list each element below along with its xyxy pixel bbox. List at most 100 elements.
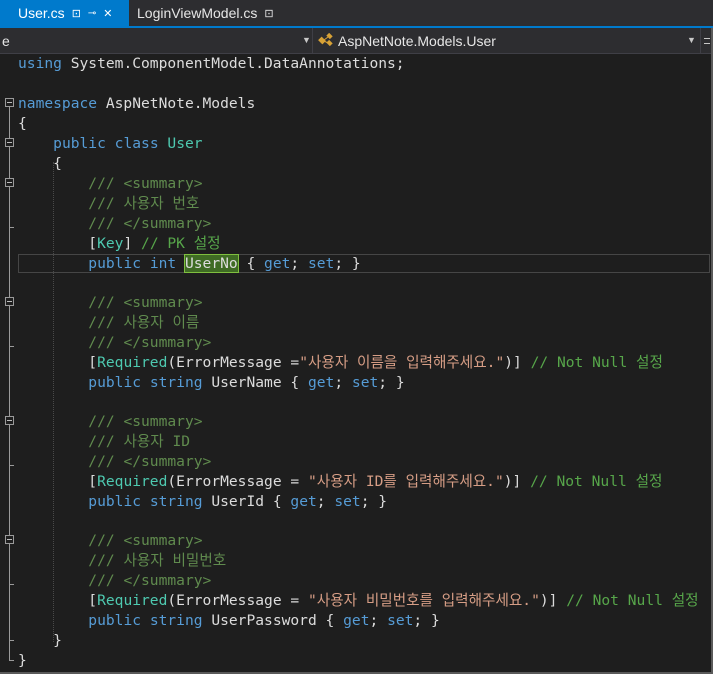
- line-comment: // Not Null 설정: [521, 473, 663, 490]
- line-comment: // PK 설정: [132, 235, 221, 252]
- get-keyword: get: [343, 612, 370, 629]
- set-keyword: set: [307, 255, 335, 272]
- attribute-bracket: ]: [123, 235, 133, 252]
- class-keyword: class: [114, 135, 159, 152]
- tab-label: LoginViewModel.cs: [137, 5, 258, 21]
- accessor-brace: {: [237, 255, 265, 272]
- attribute-bracket: [: [88, 592, 98, 609]
- attribute-bracket: )]: [503, 473, 522, 490]
- code-line: {: [0, 154, 713, 174]
- code-line: /// </summary>: [0, 214, 713, 234]
- navigation-bar: e ▼ AspNetNote.Models.User ▼: [0, 28, 713, 54]
- code-line: [Required(ErrorMessage = "사용자 비밀번호를 입력해주…: [0, 591, 713, 611]
- summary-close: /// </summary>: [88, 572, 212, 589]
- attribute-bracket: [: [88, 473, 98, 490]
- attribute-argument: (ErrorMessage =: [167, 354, 300, 371]
- open-brace: {: [53, 155, 62, 172]
- code-line-current: public int UserNo { get; set; }: [0, 254, 713, 274]
- code-line: /// 사용자 ID: [0, 432, 713, 452]
- summary-open: /// <summary>: [88, 294, 203, 311]
- modified-icon: ⊡: [71, 7, 81, 20]
- type-dropdown-value: AspNetNote.Models.User: [338, 32, 496, 49]
- code-line: /// </summary>: [0, 333, 713, 353]
- summary-text: /// 사용자 ID: [88, 433, 191, 450]
- code-line: /// <summary>: [0, 412, 713, 432]
- summary-text: /// 사용자 비밀번호: [88, 552, 227, 569]
- namespace-name: AspNetNote.Models: [97, 95, 256, 112]
- type-keyword: string: [149, 374, 203, 391]
- chevron-down-icon: ▼: [302, 35, 311, 45]
- code-line: /// 사용자 비밀번호: [0, 551, 713, 571]
- accessor-brace: {: [281, 374, 308, 391]
- code-line: /// 사용자 번호: [0, 194, 713, 214]
- attribute-bracket: [: [88, 235, 98, 252]
- get-keyword: get: [307, 374, 335, 391]
- summary-open: /// <summary>: [88, 413, 203, 430]
- code-line: }: [0, 651, 713, 671]
- open-brace: {: [18, 115, 27, 132]
- semicolon: ;: [369, 612, 388, 629]
- property-name[interactable]: UserNo: [183, 254, 239, 273]
- attribute-bracket: )]: [504, 354, 522, 371]
- code-line: public string UserName { get; set; }: [0, 373, 713, 393]
- attribute-bracket: [: [88, 354, 98, 371]
- type-dropdown[interactable]: AspNetNote.Models.User ▼: [314, 28, 700, 53]
- semicolon: ;: [316, 493, 335, 510]
- type-keyword: string: [149, 612, 203, 629]
- set-keyword: set: [334, 493, 361, 510]
- accessor-brace: {: [264, 493, 291, 510]
- code-line: public string UserId { get; set; }: [0, 492, 713, 512]
- attribute-name: Required: [97, 592, 168, 609]
- pin-icon[interactable]: ⊸: [88, 8, 96, 19]
- string-literal: "사용자 이름을 입력해주세요.": [299, 354, 505, 371]
- code-line: using System.ComponentModel.DataAnnotati…: [0, 54, 713, 74]
- line-comment: // Not Null 설정: [521, 354, 663, 371]
- close-icon[interactable]: ✕: [103, 7, 112, 20]
- line-comment: // Not Null 설정: [557, 592, 699, 609]
- get-keyword: get: [290, 493, 317, 510]
- attribute-name: Required: [97, 473, 168, 490]
- public-keyword: public: [88, 612, 142, 629]
- visual-studio-editor: User.cs ⊡ ⊸ ✕ LoginViewModel.cs ⊡ e ▼ As…: [0, 0, 713, 674]
- code-line: /// <summary>: [0, 174, 713, 194]
- accessor-brace: ; }: [413, 612, 440, 629]
- set-keyword: set: [387, 612, 414, 629]
- code-line: [Key] // PK 설정: [0, 234, 713, 254]
- tab-loginviewmodel-cs[interactable]: LoginViewModel.cs ⊡: [129, 0, 279, 26]
- accessor-brace: ; }: [378, 374, 405, 391]
- set-keyword: set: [351, 374, 379, 391]
- code-editor[interactable]: using System.ComponentModel.DataAnnotati…: [0, 54, 713, 674]
- modified-icon: ⊡: [264, 7, 274, 20]
- semicolon: ;: [334, 374, 352, 391]
- tab-user-cs[interactable]: User.cs ⊡ ⊸ ✕: [0, 0, 129, 26]
- attribute-name: Key: [97, 235, 124, 252]
- accessor-brace: ; }: [360, 493, 388, 510]
- chevron-down-icon: ▼: [687, 35, 696, 45]
- project-dropdown-value: e: [2, 32, 10, 49]
- code-line: {: [0, 114, 713, 134]
- attribute-argument: (ErrorMessage =: [167, 592, 308, 609]
- semicolon: ;: [290, 255, 308, 272]
- property-name: UserId: [202, 493, 265, 510]
- code-line: public string UserPassword { get; set; }: [0, 611, 713, 631]
- code-line: }: [0, 631, 713, 651]
- summary-text: /// 사용자 이름: [88, 314, 200, 331]
- summary-open: /// <summary>: [88, 175, 203, 192]
- code-line: /// </summary>: [0, 571, 713, 591]
- attribute-bracket: )]: [539, 592, 558, 609]
- project-dropdown[interactable]: e ▼: [0, 28, 313, 53]
- class-name: User: [167, 135, 203, 152]
- close-brace: }: [53, 632, 62, 649]
- code-line: [Required(ErrorMessage ="사용자 이름을 입력해주세요.…: [0, 353, 713, 373]
- code-line: /// <summary>: [0, 293, 713, 313]
- attribute-argument: (ErrorMessage =: [167, 473, 308, 490]
- summary-text: /// 사용자 번호: [88, 195, 200, 212]
- accessor-brace: ; }: [334, 255, 361, 272]
- accessor-brace: {: [316, 612, 344, 629]
- code-line: namespace AspNetNote.Models: [0, 94, 713, 114]
- code-line: /// </summary>: [0, 452, 713, 472]
- using-keyword: using: [18, 55, 62, 72]
- public-keyword: public: [88, 493, 142, 510]
- string-literal: "사용자 ID를 입력해주세요.": [307, 473, 504, 490]
- property-name: UserPassword: [202, 612, 317, 629]
